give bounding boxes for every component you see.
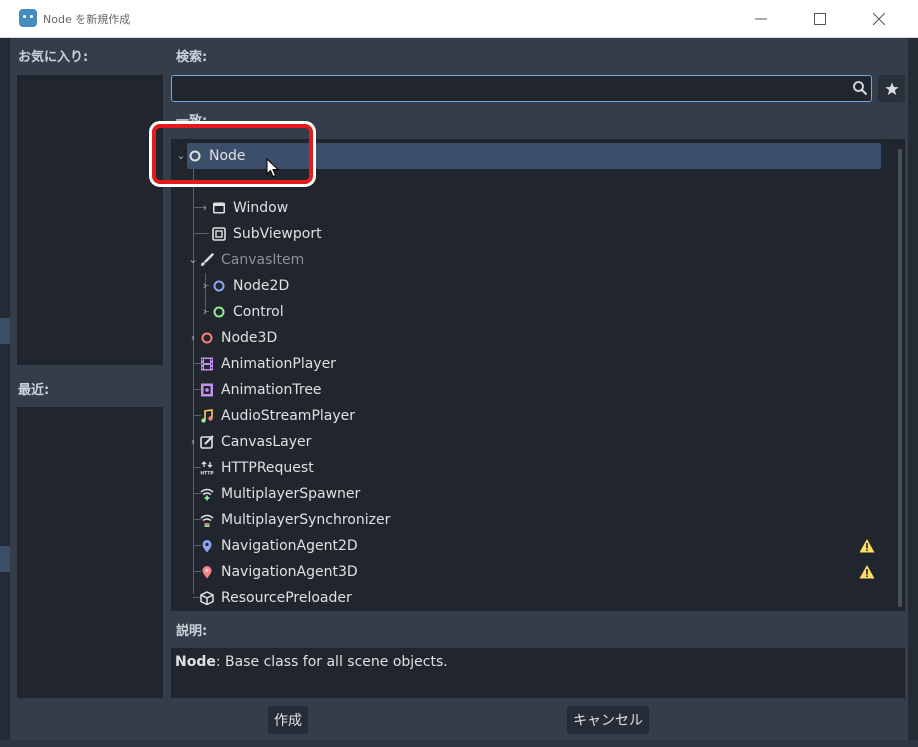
search-input[interactable]: [171, 75, 872, 102]
node2d-circle-icon: [213, 280, 225, 292]
description-body: : Base class for all scene objects.: [215, 654, 448, 670]
tree-item-audiostreamplayer[interactable]: AudioStreamPlayer: [171, 403, 895, 429]
window-title: Node を新規作成: [43, 13, 131, 26]
tree-item-navigationagent3d[interactable]: NavigationAgent3D: [171, 559, 895, 585]
background-editor-right: [908, 38, 918, 740]
tree-item-label: AnimationTree: [221, 382, 322, 398]
wifi-plus-icon: [200, 488, 214, 501]
title-bar: Node を新規作成: [0, 0, 918, 38]
control-circle-icon: [213, 306, 225, 318]
node3d-circle-icon: [201, 332, 213, 344]
search-label: 検索:: [176, 50, 208, 65]
close-button[interactable]: [856, 6, 902, 32]
search-icon: [853, 81, 868, 96]
create-button[interactable]: 作成: [268, 706, 308, 734]
tree-item-label: Node3D: [221, 330, 278, 346]
star-icon: [885, 82, 898, 95]
tree-item-control[interactable]: › Control: [171, 299, 895, 325]
description-panel: Node: Base class for all scene objects.: [171, 648, 905, 698]
brush-icon: [201, 253, 214, 266]
favorites-label: お気に入り:: [18, 50, 89, 65]
tree-item-label: CanvasLayer: [221, 434, 312, 450]
minimize-icon: [755, 18, 767, 20]
tree-item-multiplayerspawner[interactable]: MultiplayerSpawner: [171, 481, 895, 507]
recent-label: 最近:: [18, 383, 50, 398]
chevron-right-icon: ›: [190, 435, 196, 448]
tree-item-label: AudioStreamPlayer: [221, 408, 356, 424]
background-editor-left: [0, 38, 10, 740]
tree-item-label: MultiplayerSynchronizer: [221, 512, 391, 528]
tree-item-subviewport[interactable]: SubViewport: [171, 221, 895, 247]
cancel-button[interactable]: キャンセル: [567, 706, 649, 734]
tree-item-animationplayer[interactable]: AnimationPlayer: [171, 351, 895, 377]
http-icon: HTTP: [200, 461, 214, 475]
tree-item-node2d[interactable]: › Node2D: [171, 273, 895, 299]
node-tree[interactable]: ⌄ Node › Window SubViewport ⌄ CanvasItem…: [171, 139, 905, 611]
tree-item-canvaslayer[interactable]: › CanvasLayer: [171, 429, 895, 455]
tree-item-window[interactable]: › Window: [171, 195, 895, 221]
maximize-button[interactable]: [797, 6, 843, 32]
wifi-sync-icon: [200, 514, 214, 527]
warning-icon: [859, 565, 875, 579]
canvas-layer-icon: [200, 435, 214, 449]
description-text: Node: Base class for all scene objects.: [175, 654, 448, 670]
description-label: 説明:: [176, 624, 208, 639]
background-tab: [0, 546, 10, 572]
tree-item-label: AnimationPlayer: [221, 356, 336, 372]
tree-item-label: CanvasItem: [221, 252, 305, 268]
tree-item-label: Control: [233, 304, 284, 320]
chevron-right-icon: ›: [202, 201, 208, 214]
tree-item-animationtree[interactable]: AnimationTree: [171, 377, 895, 403]
description-class-name: Node: [175, 654, 216, 670]
maximize-icon: [814, 13, 826, 25]
tree-item-node3d[interactable]: › Node3D: [171, 325, 895, 351]
mouse-cursor-icon: [266, 158, 280, 178]
map-pin-2d-icon: [202, 540, 212, 553]
close-icon: [873, 13, 885, 25]
music-note-icon: [201, 409, 213, 423]
favorites-list[interactable]: [17, 75, 163, 365]
chevron-right-icon: ›: [190, 331, 196, 344]
tree-item-label: ResourcePreloader: [221, 590, 352, 606]
tree-item-label: MultiplayerSpawner: [221, 486, 361, 502]
tree-item-label: Node2D: [233, 278, 290, 294]
minimize-button[interactable]: [738, 6, 784, 32]
animation-tree-icon: [201, 383, 213, 397]
chevron-right-icon: ›: [202, 305, 208, 318]
warning-icon: [859, 539, 875, 553]
film-icon: [201, 357, 213, 371]
chevron-down-icon: ⌄: [188, 253, 198, 266]
recent-list[interactable]: [17, 407, 163, 698]
svg-text:HTTP: HTTP: [200, 471, 214, 476]
tree-item-label: SubViewport: [233, 226, 322, 242]
subviewport-icon: [212, 227, 226, 241]
window-icon: [213, 202, 225, 214]
tree-item-label: NavigationAgent2D: [221, 538, 358, 554]
favorite-button[interactable]: [878, 75, 905, 102]
tree-item-navigationagent2d[interactable]: NavigationAgent2D: [171, 533, 895, 559]
tree-item-label: NavigationAgent3D: [221, 564, 358, 580]
cube-icon: [200, 591, 214, 605]
highlight-annotation: [149, 121, 316, 187]
tree-item-canvasitem[interactable]: ⌄ CanvasItem: [171, 247, 895, 273]
tree-item-label: HTTPRequest: [221, 460, 314, 476]
godot-logo-icon: [19, 9, 37, 27]
tree-item-resourcepreloader[interactable]: ResourcePreloader: [171, 585, 895, 611]
chevron-right-icon: ›: [202, 279, 208, 292]
background-tab: [0, 318, 10, 344]
tree-scrollbar[interactable]: [898, 149, 902, 607]
tree-item-httprequest[interactable]: HTTP HTTPRequest: [171, 455, 895, 481]
map-pin-3d-icon: [202, 566, 212, 579]
tree-item-label: Window: [233, 200, 289, 216]
tree-item-multiplayersynchronizer[interactable]: MultiplayerSynchronizer: [171, 507, 895, 533]
